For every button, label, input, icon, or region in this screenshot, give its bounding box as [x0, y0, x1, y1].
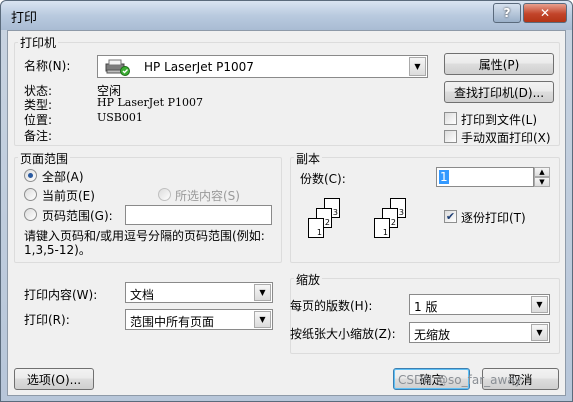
all-pages-label: 全部(A) [42, 170, 84, 184]
print-to-file-checkbox[interactable] [444, 112, 457, 125]
chevron-down-icon[interactable]: ▼ [254, 284, 271, 301]
current-page-label: 当前页(E) [42, 189, 95, 203]
location-value: USB001 [97, 111, 143, 124]
manual-duplex-checkbox[interactable] [444, 130, 457, 143]
find-printer-button[interactable]: 查找打印机(D)... [444, 81, 554, 103]
page-range-input[interactable] [125, 205, 272, 225]
options-button[interactable]: 选项(O)... [14, 368, 94, 390]
printer-name-label: 名称(N): [24, 59, 71, 73]
page-range-label: 页码范围(G): [42, 209, 113, 223]
close-icon: ✕ [539, 6, 551, 20]
chevron-down-icon[interactable]: ▼ [531, 324, 548, 341]
page-range-radio[interactable] [24, 208, 37, 221]
copies-title: 副本 [294, 150, 323, 167]
print-dialog: 打印 ? ✕ 打印机 名称(N): HP LaserJet P1007 ▼ 状态… [0, 0, 573, 402]
print-what-label: 打印内容(W): [24, 288, 98, 302]
printer-name-select[interactable]: HP LaserJet P1007 ▼ [97, 55, 428, 78]
help-button[interactable]: ? [493, 3, 521, 23]
copies-count-label: 份数(C): [300, 172, 346, 186]
title-bar: 打印 ? ✕ [1, 1, 572, 30]
chevron-down-icon[interactable]: ▼ [409, 57, 426, 76]
selection-label: 所选内容(S) [175, 189, 240, 203]
chevron-down-icon[interactable]: ▼ [531, 296, 548, 313]
print-option-label: 打印(R): [24, 313, 70, 327]
type-value: HP LaserJet P1007 [97, 96, 203, 109]
print-option-select[interactable]: 范围中所有页面 ▼ [125, 309, 273, 330]
scale-label: 按纸张大小缩放(Z): [290, 327, 396, 341]
manual-duplex-label: 手动双面打印(X) [461, 131, 551, 145]
print-to-file-label: 打印到文件(L) [461, 113, 538, 127]
collate-checkbox[interactable]: ✔ [444, 210, 457, 223]
pages-per-sheet-label: 每页的版数(H): [290, 299, 373, 313]
copies-count-input[interactable]: 1 [436, 167, 534, 187]
selection-radio[interactable] [158, 188, 171, 201]
properties-button[interactable]: 属性(P) [444, 53, 554, 75]
printer-name-value: HP LaserJet P1007 [144, 60, 254, 74]
location-label: 位置: [24, 113, 53, 127]
printer-icon [104, 58, 130, 79]
page-range-title: 页面范围 [18, 150, 71, 167]
zoom-title: 缩放 [294, 271, 323, 288]
close-button[interactable]: ✕ [523, 3, 567, 23]
spin-up-icon[interactable]: ▲ [534, 167, 550, 177]
copies-count-value: 1 [439, 170, 449, 184]
dialog-body: 打印机 名称(N): HP LaserJet P1007 ▼ 状态: 空闲 类型… [7, 30, 566, 396]
scale-select[interactable]: 无缩放 ▼ [409, 322, 550, 343]
spin-down-icon[interactable]: ▼ [534, 177, 550, 187]
collate-illustration-2: 3 2 1 [366, 194, 436, 254]
page-range-hint: 请键入页码和/或用逗号分隔的页码范围(例如: 1,3,5-12)。 [24, 229, 265, 257]
scale-value: 无缩放 [414, 328, 451, 342]
comment-label: 备注: [24, 129, 53, 143]
printer-group-title: 打印机 [18, 34, 59, 51]
print-what-value: 文档 [130, 288, 155, 302]
print-what-select[interactable]: 文档 ▼ [125, 282, 273, 303]
collate-illustration-1: 3 2 1 [300, 194, 370, 254]
collate-label: 逐份打印(T) [461, 211, 526, 225]
chevron-down-icon[interactable]: ▼ [254, 311, 271, 328]
print-option-value: 范围中所有页面 [130, 315, 215, 329]
pages-per-sheet-select[interactable]: 1 版 ▼ [409, 294, 550, 315]
current-page-radio[interactable] [24, 188, 37, 201]
all-pages-radio[interactable] [24, 169, 37, 182]
window-title: 打印 [11, 11, 38, 26]
pages-per-sheet-value: 1 版 [414, 300, 438, 314]
watermark: CSDN @so_far_away [398, 373, 522, 387]
